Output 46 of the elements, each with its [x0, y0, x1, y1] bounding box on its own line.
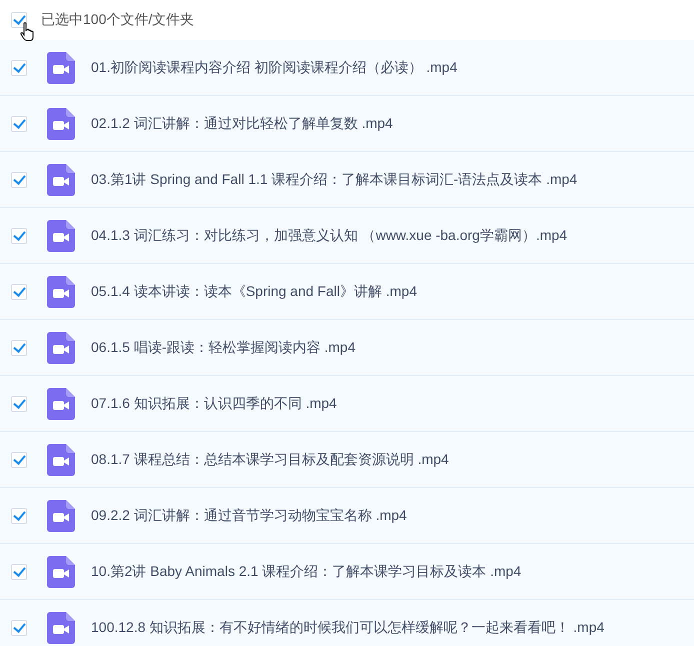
- file-name: 03.第1讲 Spring and Fall 1.1 课程介绍：了解本课目标词汇-语法点及读本 .mp4: [91, 170, 578, 188]
- file-name: 07.1.6 知识拓展：认识四季的不同 .mp4: [91, 394, 337, 412]
- file-row[interactable]: 05.1.4 读本讲读：读本《Spring and Fall》讲解 .mp4: [0, 264, 694, 320]
- video-file-icon: [47, 220, 75, 252]
- video-file-icon: [47, 276, 75, 308]
- row-checkbox[interactable]: [11, 620, 27, 636]
- row-checkbox[interactable]: [11, 508, 27, 524]
- file-name: 02.1.2 词汇讲解：通过对比轻松了解单复数 .mp4: [91, 114, 393, 132]
- file-row[interactable]: 10.第2讲 Baby Animals 2.1 课程介绍：了解本课学习目标及读本 .mp4: [0, 544, 694, 600]
- file-row[interactable]: 01.初阶阅读课程内容介绍 初阶阅读课程介绍（必读） .mp4: [0, 40, 694, 96]
- video-file-icon: [47, 164, 75, 196]
- file-row[interactable]: 02.1.2 词汇讲解：通过对比轻松了解单复数 .mp4: [0, 96, 694, 152]
- file-row[interactable]: 03.第1讲 Spring and Fall 1.1 课程介绍：了解本课目标词汇-语法点及读本 .mp4: [0, 152, 694, 208]
- row-checkbox[interactable]: [11, 172, 27, 188]
- file-name: 08.1.7 课程总结：总结本课学习目标及配套资源说明 .mp4: [91, 450, 449, 468]
- video-file-icon: [47, 52, 75, 84]
- row-checkbox[interactable]: [11, 116, 27, 132]
- file-row[interactable]: 09.2.2 词汇讲解：通过音节学习动物宝宝名称 .mp4: [0, 488, 694, 544]
- file-row[interactable]: 100.12.8 知识拓展：有不好情绪的时候我们可以怎样缓解呢？一起来看看吧！ .mp4: [0, 600, 694, 646]
- selection-count-label: 已选中100个文件/文件夹: [41, 11, 194, 29]
- row-checkbox[interactable]: [11, 228, 27, 244]
- file-row[interactable]: 04.1.3 词汇练习：对比练习，加强意义认知 （www.xue -ba.org学霸网）.mp4: [0, 208, 694, 264]
- file-name: 01.初阶阅读课程内容介绍 初阶阅读课程介绍（必读） .mp4: [91, 58, 458, 76]
- file-name: 05.1.4 读本讲读：读本《Spring and Fall》讲解 .mp4: [91, 282, 417, 300]
- file-row[interactable]: 06.1.5 唱读-跟读：轻松掌握阅读内容 .mp4: [0, 320, 694, 376]
- file-name: 100.12.8 知识拓展：有不好情绪的时候我们可以怎样缓解呢？一起来看看吧！ .mp4: [91, 618, 604, 636]
- file-name: 04.1.3 词汇练习：对比练习，加强意义认知 （www.xue -ba.org学霸网）.mp4: [91, 226, 568, 244]
- row-checkbox[interactable]: [11, 340, 27, 356]
- file-row[interactable]: 08.1.7 课程总结：总结本课学习目标及配套资源说明 .mp4: [0, 432, 694, 488]
- file-name: 06.1.5 唱读-跟读：轻松掌握阅读内容 .mp4: [91, 338, 356, 356]
- file-name: 09.2.2 词汇讲解：通过音节学习动物宝宝名称 .mp4: [91, 506, 407, 524]
- file-name: 10.第2讲 Baby Animals 2.1 课程介绍：了解本课学习目标及读本 .mp4: [91, 562, 522, 580]
- video-file-icon: [47, 556, 75, 588]
- video-file-icon: [47, 108, 75, 140]
- file-row[interactable]: 07.1.6 知识拓展：认识四季的不同 .mp4: [0, 376, 694, 432]
- video-file-icon: [47, 612, 75, 644]
- video-file-icon: [47, 500, 75, 532]
- row-checkbox[interactable]: [11, 60, 27, 76]
- row-checkbox[interactable]: [11, 284, 27, 300]
- row-checkbox[interactable]: [11, 452, 27, 468]
- video-file-icon: [47, 388, 75, 420]
- row-checkbox[interactable]: [11, 564, 27, 580]
- video-file-icon: [47, 332, 75, 364]
- select-all-checkbox[interactable]: [11, 12, 27, 28]
- row-checkbox[interactable]: [11, 396, 27, 412]
- video-file-icon: [47, 444, 75, 476]
